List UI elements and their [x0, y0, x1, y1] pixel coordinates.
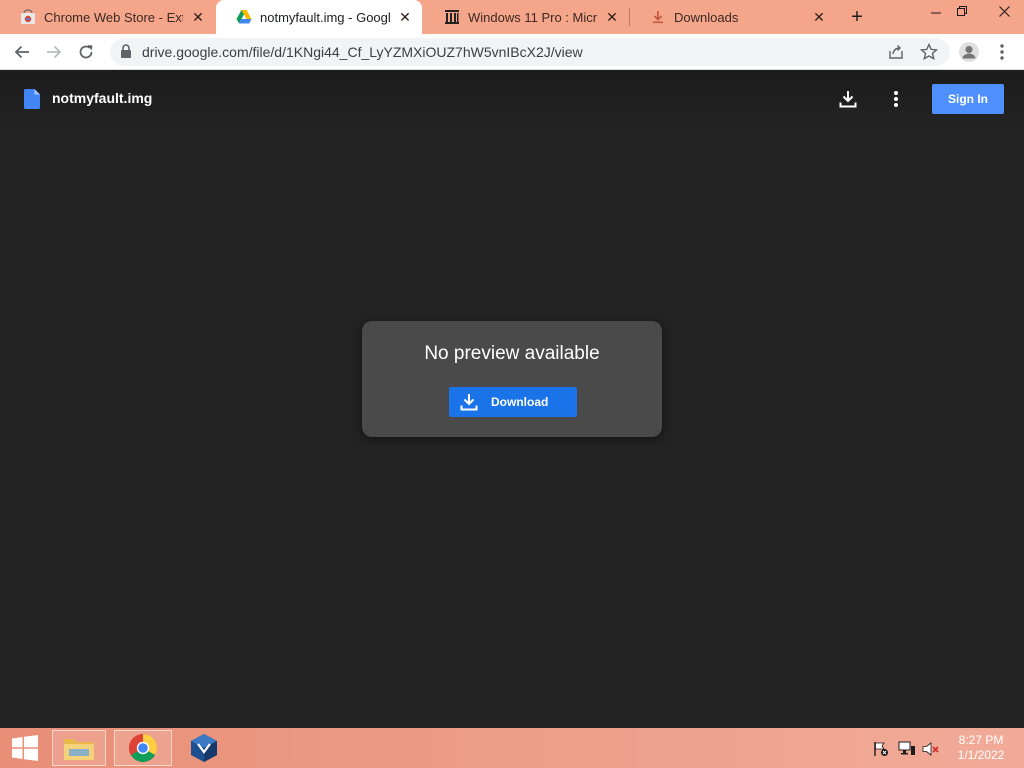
more-vert-icon: [894, 91, 898, 107]
reload-button[interactable]: [73, 39, 99, 65]
volume-muted-icon[interactable]: [922, 740, 940, 758]
sign-in-button[interactable]: Sign In: [932, 84, 1004, 114]
close-tab-icon[interactable]: ✕: [603, 8, 621, 26]
download-icon: [650, 9, 666, 25]
download-icon: [460, 393, 478, 411]
address-bar[interactable]: drive.google.com/file/d/1KNgi44_Cf_LyYZM…: [110, 38, 950, 66]
virtualbox-taskbar-button[interactable]: [176, 730, 232, 766]
restore-button[interactable]: [946, 0, 978, 22]
close-tab-icon[interactable]: ✕: [810, 8, 828, 26]
chrome-taskbar-button[interactable]: [114, 730, 172, 766]
url-text[interactable]: drive.google.com/file/d/1KNgi44_Cf_LyYZM…: [142, 44, 583, 60]
more-actions-button[interactable]: [884, 87, 908, 111]
forward-arrow-icon: [47, 45, 62, 59]
google-drive-icon: [236, 9, 252, 25]
close-window-button[interactable]: [984, 0, 1024, 22]
back-arrow-icon: [14, 45, 29, 59]
virtualbox-icon: [191, 734, 217, 762]
tab-downloads[interactable]: Downloads ✕: [630, 0, 836, 34]
new-tab-button[interactable]: +: [846, 7, 868, 27]
lock-icon[interactable]: [120, 44, 132, 64]
browser-toolbar: drive.google.com/file/d/1KNgi44_Cf_LyYZM…: [0, 34, 1024, 70]
clock-time: 8:27 PM: [958, 733, 1004, 747]
internet-archive-icon: [444, 9, 460, 25]
reload-icon: [79, 45, 93, 59]
download-label: Download: [491, 395, 549, 409]
avatar-icon: [959, 42, 979, 62]
system-clock[interactable]: 8:27 PM 1/1/2022: [946, 733, 1016, 763]
chrome-icon: [129, 734, 157, 762]
tab-title: Downloads: [674, 9, 739, 25]
kebab-menu-icon: [1000, 44, 1004, 60]
browser-menu-button[interactable]: [989, 39, 1015, 65]
no-preview-message: No preview available: [424, 343, 600, 364]
download-icon: [839, 91, 857, 108]
start-button[interactable]: [0, 730, 50, 766]
clock-date: 1/1/2022: [957, 748, 1005, 762]
tab-title: notmyfault.img - Google D: [260, 9, 390, 25]
forward-button[interactable]: [41, 39, 67, 65]
drive-viewer-header: notmyfault.img Sign In: [0, 71, 1024, 127]
share-icon[interactable]: [888, 44, 904, 65]
file-viewer: No preview available Download: [0, 127, 1024, 728]
close-tab-icon[interactable]: ✕: [189, 8, 207, 26]
tab-title: Windows 11 Pro : Microsof: [468, 9, 597, 25]
network-icon[interactable]: [898, 740, 916, 758]
windows-taskbar: 8:27 PM 1/1/2022: [0, 728, 1024, 768]
windows-logo-icon: [12, 735, 38, 761]
tab-internet-archive[interactable]: Windows 11 Pro : Microsof ✕: [424, 0, 629, 34]
profile-button[interactable]: [956, 39, 982, 65]
header-download-button[interactable]: [836, 87, 860, 111]
chrome-web-store-icon: [20, 9, 36, 25]
browser-tab-strip: Chrome Web Store - Exten ✕ notmyfault.im…: [0, 0, 1024, 34]
bookmark-star-icon[interactable]: [919, 42, 939, 66]
no-preview-card: No preview available Download: [362, 321, 662, 437]
action-center-flag-icon[interactable]: [872, 740, 890, 758]
file-name: notmyfault.img: [52, 90, 153, 106]
file-explorer-taskbar-button[interactable]: [52, 730, 106, 766]
file-icon: [24, 89, 40, 114]
folder-icon: [64, 739, 94, 760]
tab-chrome-web-store[interactable]: Chrome Web Store - Exten ✕: [0, 0, 215, 34]
back-button[interactable]: [9, 39, 35, 65]
download-button[interactable]: Download: [449, 387, 577, 417]
tab-title: Chrome Web Store - Exten: [44, 9, 183, 25]
tab-google-drive[interactable]: notmyfault.img - Google D ✕: [216, 0, 422, 34]
close-tab-icon[interactable]: ✕: [396, 8, 414, 26]
